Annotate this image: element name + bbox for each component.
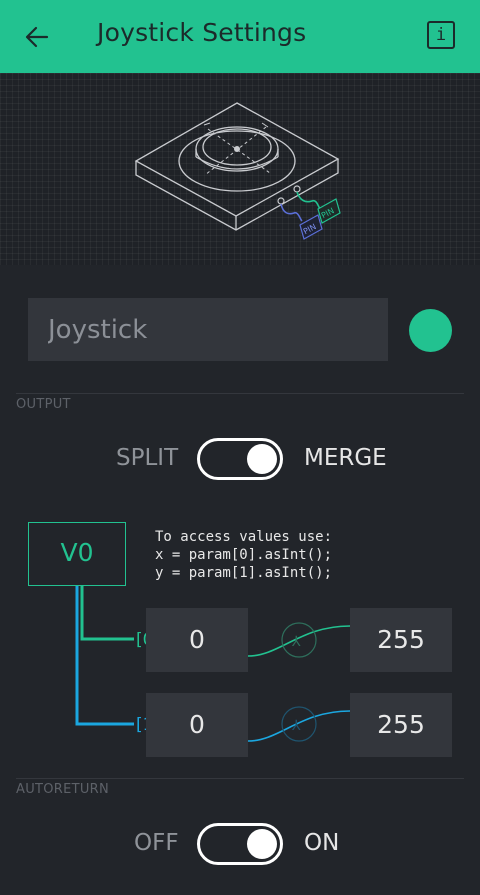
off-label: OFF [134,830,179,856]
min-value-field-1[interactable]: 0 [146,693,248,757]
on-label: ON [304,830,340,856]
max-value-field-0[interactable]: 255 [350,608,452,672]
link-icon: ⅄ [281,706,317,742]
svg-text:⅄: ⅄ [291,718,301,734]
svg-text:⅄: ⅄ [291,634,301,650]
max-value-field-1[interactable]: 255 [350,693,452,757]
mapping-wires: ⅄ ⅄ [75,586,351,742]
min-value-field-0[interactable]: 0 [146,608,248,672]
autoreturn-section-label: AUTORETURN [16,782,110,797]
toggle-knob [247,829,277,859]
link-icon: ⅄ [281,622,317,658]
autoreturn-toggle[interactable] [197,823,283,865]
divider [16,778,464,779]
